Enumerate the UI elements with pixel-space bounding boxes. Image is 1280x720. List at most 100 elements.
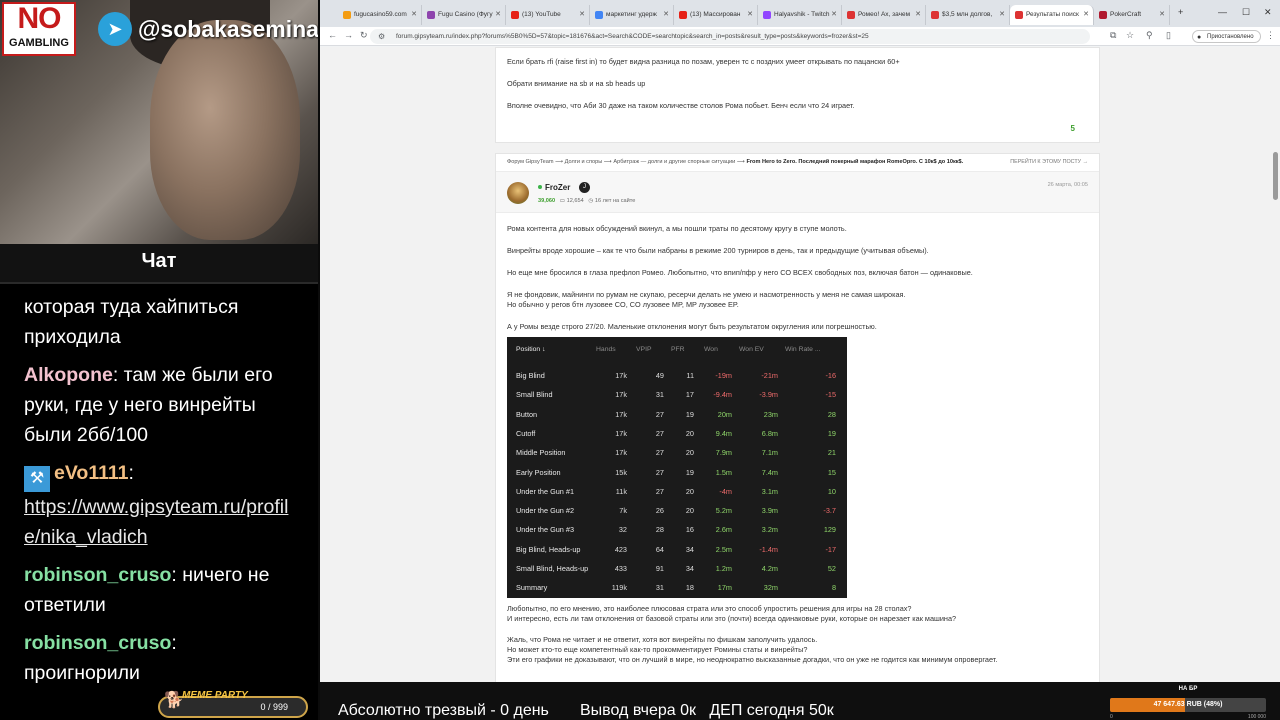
tab-favicon-icon [931, 11, 939, 19]
table-row: Big Blind, Heads-up 423 64 34 2.5m -1.4m -17 [507, 540, 847, 559]
donation-goal: НА БР 47 647.63 RUB (48%) 0 100 000 [1108, 686, 1268, 720]
extensions-icon[interactable]: ⚲ [1146, 30, 1153, 41]
browser-tab[interactable]: fugucasino59.com ✕ [338, 5, 422, 25]
breadcrumb-item[interactable]: Долги и споры [565, 159, 603, 165]
author-name[interactable]: FroZer [538, 183, 570, 192]
browser-tab-active[interactable]: Результаты поиск ✕ [1010, 5, 1094, 25]
scrollbar[interactable] [1273, 152, 1278, 200]
close-tab-icon[interactable]: ✕ [747, 5, 753, 25]
table-cell: 52 [827, 564, 836, 573]
close-tab-icon[interactable]: ✕ [915, 5, 921, 25]
table-cell: 4.2m [761, 564, 778, 573]
online-dot [538, 185, 542, 189]
author-posts: 12,654 [566, 198, 584, 204]
chat-link[interactable]: https://www.gipsyteam.ru/profile/nika_vl… [24, 496, 288, 548]
browser-tab[interactable]: (13) Массирован ✕ [674, 5, 758, 25]
browser-tab[interactable]: маркетинг удерж ✕ [590, 5, 674, 25]
column-header[interactable]: PFR [671, 337, 685, 363]
table-cell: -19m [715, 371, 732, 380]
column-header[interactable]: Win Rate ... [785, 337, 821, 363]
tab-favicon-icon [427, 11, 435, 19]
page-content: Если брать rfi (raise first in) то будет… [320, 47, 1280, 682]
no-gambling-logo: NO GAMBLING [2, 2, 76, 56]
table-cell: 31 [655, 583, 664, 593]
browser-tab[interactable]: Halyavshik - Twitch ✕ [758, 5, 842, 25]
table-cell: -1.4m [759, 544, 778, 554]
browser-tab[interactable]: Ромео! Ах, зачем ✕ [842, 5, 926, 25]
tab-favicon-icon [595, 11, 603, 19]
topic-link[interactable]: From Hero to Zero. Последний покерный ма… [746, 159, 963, 165]
close-window-icon[interactable]: ✕ [1264, 7, 1272, 18]
table-cell: -15 [825, 390, 836, 400]
table-cell: -21m [761, 371, 778, 380]
profile-label: Приостановлено [1207, 34, 1254, 40]
install-icon[interactable]: ⧉ [1110, 30, 1116, 41]
table-cell: 19 [685, 409, 694, 419]
table-row: Middle Position 17k 27 20 7.9m 7.1m 21 [507, 443, 847, 462]
table-cell: 17k [615, 371, 627, 380]
column-header[interactable]: VPIP [636, 337, 652, 363]
tab-title: fugucasino59.com [354, 11, 407, 18]
table-cell: 15k [615, 467, 627, 477]
telegram-handle: ➤ @sobakasemina [98, 12, 318, 46]
column-header[interactable]: Position ↓ [516, 337, 545, 363]
breadcrumb-item[interactable]: Арбитраж — долги и другие спорные ситуац… [613, 159, 735, 165]
site-info-icon[interactable]: ⚙ [378, 29, 385, 44]
chat-message: robinson_cruso: ничего не ответили [24, 560, 294, 620]
goal-max: 100 000 [1247, 714, 1266, 720]
breadcrumb-item[interactable]: Форум GipsyTeam [507, 159, 554, 165]
table-row: Small Blind 17k 31 17 -9.4m -3.9m -15 [507, 385, 847, 404]
row-label: Big Blind [516, 371, 545, 380]
table-cell: 3.2m [761, 525, 778, 535]
goal-title: НА БР [1178, 686, 1198, 692]
menu-icon[interactable]: ⋮ [1266, 30, 1275, 41]
author-stats: 39,060 ▭ 12,654 ◷ 16 лет на сайте [538, 198, 635, 204]
side-panel-icon[interactable]: ▯ [1166, 30, 1171, 41]
forward-icon[interactable]: → [344, 30, 353, 40]
maximize-icon[interactable]: ☐ [1242, 7, 1250, 18]
browser-tab[interactable]: PokerCraft ✕ [1094, 5, 1170, 25]
table-cell: 8 [831, 583, 836, 593]
browser-tab[interactable]: Fugu Casino (Фугу ✕ [422, 5, 506, 25]
table-cell: 28 [655, 525, 664, 535]
stream-ticker-bar: Абсолютно трезвый - 0 день Вывод вчера 0… [320, 682, 1280, 720]
jump-to-post-link[interactable]: ПЕРЕЙТИ К ЭТОМУ ПОСТУ → [1010, 159, 1088, 165]
table-row: Under the Gun #1 11k 27 20 -4m 3.1m 10 [507, 482, 847, 501]
close-tab-icon[interactable]: ✕ [999, 5, 1005, 25]
table-cell: 20 [685, 428, 694, 438]
close-tab-icon[interactable]: ✕ [831, 5, 837, 25]
browser-tab[interactable]: $3,5 млн долгов, ✕ [926, 5, 1010, 25]
url-field[interactable]: ⚙ forum.gipsyteam.ru/index.php?forums%5B… [370, 29, 1090, 44]
chat-text: которая туда хайпиться приходила [24, 296, 239, 348]
profile-button[interactable]: ● Приостановлено [1192, 30, 1261, 43]
bookmark-star-icon[interactable]: ☆ [1126, 30, 1134, 41]
column-header[interactable]: Won [704, 337, 718, 363]
table-cell: 6.8m [761, 428, 778, 438]
tab-title: PokerCraft [1110, 11, 1142, 18]
row-label: Under the Gun #1 [516, 486, 575, 496]
chat-message: robinson_cruso: проигнорили [24, 628, 294, 688]
new-tab-icon[interactable]: + [1178, 7, 1183, 17]
close-tab-icon[interactable]: ✕ [495, 5, 501, 25]
table-cell: 28 [827, 409, 836, 419]
close-tab-icon[interactable]: ✕ [1083, 5, 1089, 25]
close-tab-icon[interactable]: ✕ [663, 5, 669, 25]
table-row: Button 17k 27 19 20m 23m 28 [507, 405, 847, 424]
table-cell: 20 [685, 506, 694, 516]
close-tab-icon[interactable]: ✕ [1159, 5, 1165, 25]
table-cell: 27 [655, 428, 664, 438]
close-tab-icon[interactable]: ✕ [411, 5, 417, 25]
tab-favicon-icon [847, 11, 855, 19]
close-tab-icon[interactable]: ✕ [579, 5, 585, 25]
table-cell: 26 [655, 506, 664, 516]
reload-icon[interactable]: ↻ [360, 30, 368, 41]
table-cell: 27 [655, 448, 664, 458]
table-cell: 10 [827, 486, 836, 496]
avatar[interactable] [507, 182, 529, 204]
column-header[interactable]: Hands [596, 337, 616, 363]
browser-tab[interactable]: (13) YouTube ✕ [506, 5, 590, 25]
table-row: Under the Gun #3 32 28 16 2.6m 3.2m 129 [507, 520, 847, 539]
back-icon[interactable]: ← [328, 30, 337, 40]
column-header[interactable]: Won EV [739, 337, 764, 363]
minimize-icon[interactable]: — [1218, 7, 1227, 17]
